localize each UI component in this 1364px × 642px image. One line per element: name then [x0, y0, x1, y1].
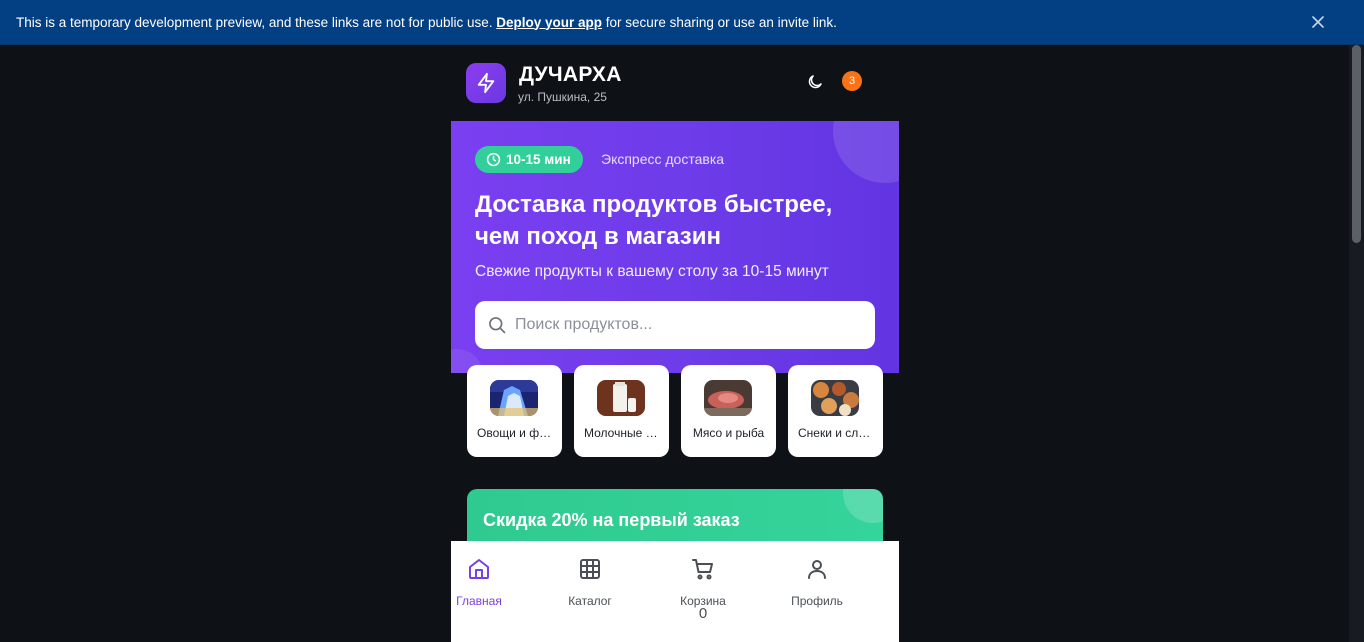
search-input[interactable]: Поиск продуктов...	[475, 301, 875, 349]
app-logo[interactable]	[466, 63, 506, 103]
nav-label: Профиль	[791, 594, 843, 608]
cart-count: 0	[698, 605, 708, 622]
app-header: ДУЧАРХА ул. Пушкина, 25 3	[451, 45, 899, 121]
grid-icon	[580, 559, 600, 579]
hero-title: Доставка продуктов быстрее, чем поход в …	[475, 191, 833, 250]
category-label: Снеки и сладости	[798, 426, 883, 440]
nav-item-profile[interactable]: Профиль	[782, 557, 852, 608]
close-banner-button[interactable]	[1308, 12, 1328, 32]
delivery-time-text: 10-15 мин	[506, 152, 571, 167]
category-card[interactable]: Снеки и сладости	[788, 365, 883, 457]
search-icon	[489, 317, 506, 334]
decorative-circle	[833, 121, 899, 183]
nav-label: Каталог	[568, 594, 612, 608]
delivery-address[interactable]: ул. Пушкина, 25	[518, 90, 607, 104]
city-photo	[490, 380, 538, 416]
moon-icon	[808, 75, 822, 89]
nav-item-home[interactable]: Главная	[444, 557, 514, 608]
category-label: Мясо и рыба	[692, 426, 765, 440]
app-container: ДУЧАРХА ул. Пушкина, 25 3 10-15 мин Эксп…	[451, 45, 899, 642]
category-label: Овощи и фрукты	[477, 426, 562, 440]
banner-text: This is a temporary development preview,…	[16, 14, 837, 30]
scrollbar-thumb[interactable]	[1352, 45, 1361, 243]
cart-icon	[692, 559, 713, 580]
category-list: Овощи и фрукты Молочные продукты Мясо и …	[467, 365, 883, 457]
snacks-photo	[811, 380, 859, 416]
clock-icon	[486, 152, 501, 167]
theme-toggle-button[interactable]	[806, 73, 824, 91]
category-label: Молочные продукты	[584, 426, 669, 440]
lightning-icon	[477, 72, 495, 94]
nav-item-catalog[interactable]: Каталог	[555, 557, 625, 608]
category-card[interactable]: Мясо и рыба	[681, 365, 776, 457]
hero-banner: 10-15 мин Экспресс доставка Доставка про…	[451, 121, 899, 373]
page-scrollbar[interactable]	[1349, 45, 1364, 642]
nav-item-cart[interactable]: Корзина	[668, 557, 738, 608]
promo-title: Скидка 20% на первый заказ	[483, 510, 740, 530]
milk-photo	[597, 380, 645, 416]
search-placeholder: Поиск продуктов...	[515, 316, 653, 333]
user-icon	[808, 560, 826, 579]
hero-subtitle: Свежие продукты к вашему столу за 10-15 …	[475, 263, 829, 280]
brand-name: ДУЧАРХА	[519, 63, 622, 86]
meat-photo	[704, 380, 752, 416]
category-card[interactable]: Овощи и фрукты	[467, 365, 562, 457]
category-card[interactable]: Молочные продукты	[574, 365, 669, 457]
decorative-circle	[843, 489, 883, 523]
nav-label: Главная	[456, 594, 502, 608]
close-icon	[1312, 16, 1324, 28]
dev-preview-banner: This is a temporary development preview,…	[0, 0, 1364, 45]
home-icon	[469, 559, 489, 579]
deploy-app-link[interactable]: Deploy your app	[496, 15, 602, 30]
express-delivery-label: Экспресс доставка	[601, 151, 725, 167]
delivery-time-pill: 10-15 мин	[475, 146, 583, 173]
bottom-navigation: Главная Каталог Корзина Профиль 0	[451, 541, 899, 642]
notification-badge[interactable]: 3	[842, 71, 862, 91]
